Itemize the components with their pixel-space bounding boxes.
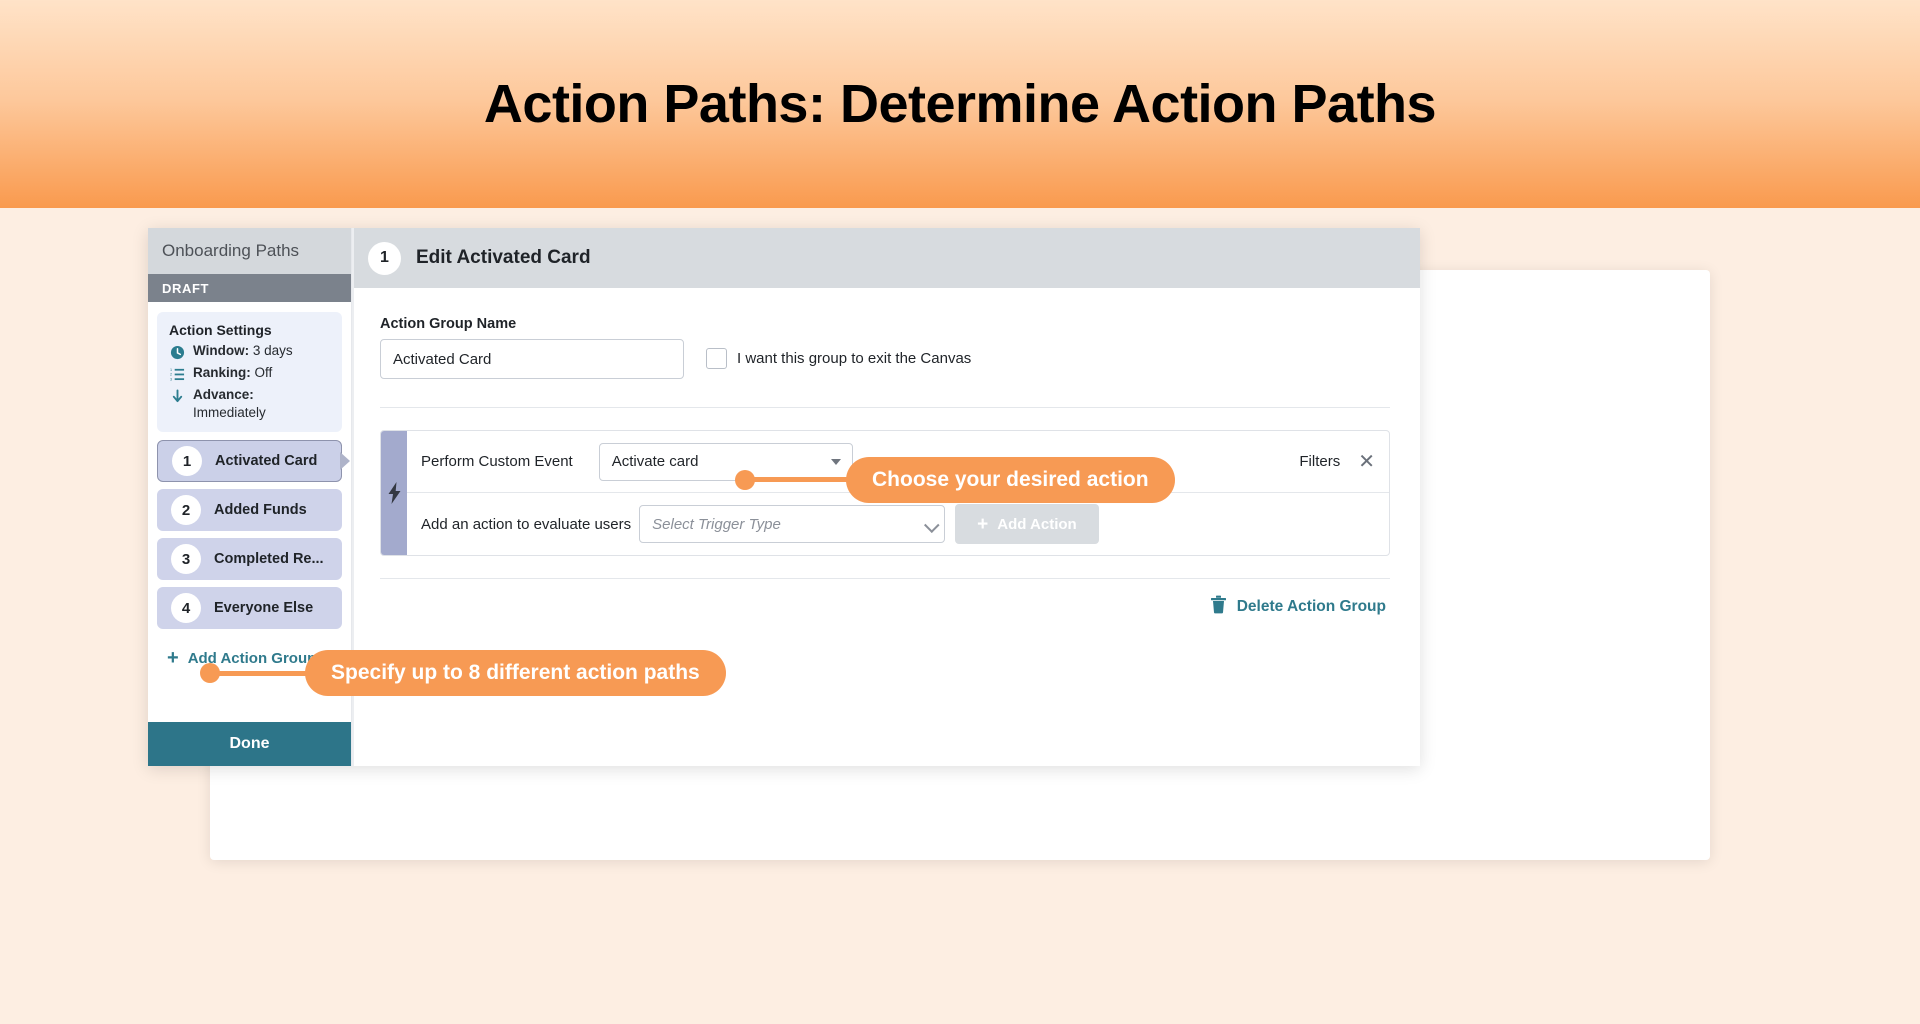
setting-row-window: Window: 3 days bbox=[169, 343, 330, 360]
callout-anchor-dot-specify-paths bbox=[200, 663, 220, 683]
trash-icon bbox=[1210, 595, 1227, 619]
group-label-4: Everyone Else bbox=[214, 600, 314, 616]
group-name-label: Action Group Name bbox=[380, 316, 517, 332]
setting-ranking-value: Off bbox=[254, 365, 273, 380]
action-settings-card: Action Settings Window: 3 days 1 2 3 Ran… bbox=[157, 312, 342, 432]
action-group-name-input[interactable] bbox=[380, 339, 684, 379]
add-action-button[interactable]: + Add Action bbox=[955, 504, 1099, 544]
callout-connector-specify-paths bbox=[208, 671, 318, 676]
content-header-number: 1 bbox=[368, 241, 401, 275]
group-number-2: 2 bbox=[171, 495, 201, 525]
add-action-label: Add Action bbox=[997, 515, 1077, 533]
delete-action-group-label: Delete Action Group bbox=[1236, 598, 1386, 615]
svg-text:3: 3 bbox=[170, 377, 172, 381]
action-group-list: 1 Activated Card 2 Added Funds 3 Complet… bbox=[157, 440, 350, 629]
svg-text:1: 1 bbox=[170, 367, 172, 371]
group-number-3: 3 bbox=[171, 544, 201, 574]
page-banner: Action Paths: Determine Action Paths bbox=[0, 0, 1920, 208]
callout-specify-paths: Specify up to 8 different action paths bbox=[305, 650, 726, 696]
close-icon[interactable]: ✕ bbox=[1358, 452, 1375, 472]
exit-canvas-checkbox[interactable] bbox=[706, 348, 727, 369]
sidebar-group-everyone-else[interactable]: 4 Everyone Else bbox=[157, 587, 342, 629]
setting-window-label: Window: bbox=[193, 343, 250, 358]
exit-canvas-label: I want this group to exit the Canvas bbox=[737, 350, 972, 367]
trigger-type-select[interactable]: Select Trigger Type bbox=[639, 505, 946, 543]
setting-advance-text: Advance: bbox=[193, 387, 254, 402]
filters-label[interactable]: Filters bbox=[1299, 453, 1340, 470]
action-card-right-controls: Filters ✕ bbox=[1299, 452, 1375, 472]
ranking-list-icon: 1 2 3 bbox=[169, 366, 185, 382]
svg-text:2: 2 bbox=[170, 372, 172, 376]
group-label-2: Added Funds bbox=[214, 502, 307, 518]
page-title: Action Paths: Determine Action Paths bbox=[483, 74, 1437, 134]
caret-down-icon bbox=[830, 458, 841, 465]
sidebar-group-added-funds[interactable]: 2 Added Funds bbox=[157, 489, 342, 531]
sidebar-title: Onboarding Paths bbox=[148, 228, 351, 274]
clock-icon bbox=[169, 344, 185, 360]
setting-row-ranking: 1 2 3 Ranking: Off bbox=[169, 365, 330, 382]
plus-icon: + bbox=[167, 647, 179, 669]
content-header-title: Edit Activated Card bbox=[416, 247, 591, 268]
chevron-down-icon bbox=[924, 517, 940, 534]
custom-event-select-value: Activate card bbox=[611, 453, 699, 470]
callout-choose-action: Choose your desired action bbox=[846, 457, 1175, 503]
delete-row: Delete Action Group bbox=[380, 579, 1390, 619]
lightning-bolt-icon bbox=[381, 431, 407, 555]
callout-connector-choose-action bbox=[740, 477, 860, 482]
setting-ranking-text: Ranking: Off bbox=[193, 365, 272, 380]
trigger-type-placeholder: Select Trigger Type bbox=[652, 515, 781, 533]
sidebar-group-completed-re[interactable]: 3 Completed Re... bbox=[157, 538, 342, 580]
selected-arrow-icon bbox=[340, 452, 350, 470]
down-arrow-icon bbox=[169, 388, 185, 404]
group-label-3: Completed Re... bbox=[214, 551, 324, 567]
setting-advance-value: Immediately bbox=[193, 405, 266, 420]
delete-action-group-button[interactable]: Delete Action Group bbox=[1210, 595, 1386, 619]
evaluate-users-label: Add an action to evaluate users bbox=[421, 515, 632, 533]
callout-anchor-dot-choose-action bbox=[735, 470, 755, 490]
divider-top bbox=[380, 407, 1390, 408]
setting-window-text: Window: 3 days bbox=[193, 343, 293, 358]
setting-window-value: 3 days bbox=[252, 343, 293, 358]
status-badge-draft: DRAFT bbox=[148, 274, 351, 302]
sidebar-group-activated-card[interactable]: 1 Activated Card bbox=[157, 440, 350, 482]
content-header: 1 Edit Activated Card bbox=[354, 228, 1420, 288]
custom-event-select[interactable]: Activate card bbox=[598, 442, 853, 481]
done-button[interactable]: Done bbox=[148, 722, 351, 766]
action-settings-heading: Action Settings bbox=[169, 322, 272, 338]
setting-row-advance: Advance: bbox=[169, 387, 330, 404]
screenshot-stage: 4 Everyone Else Onboarding Paths DRAFT A… bbox=[0, 208, 1920, 1024]
group-name-field-wrap: Action Group Name bbox=[380, 316, 684, 379]
group-name-row: Action Group Name I want this group to e… bbox=[380, 316, 1390, 379]
perform-custom-event-label: Perform Custom Event bbox=[421, 453, 573, 470]
plus-icon: + bbox=[977, 513, 989, 535]
exit-canvas-checkbox-row[interactable]: I want this group to exit the Canvas bbox=[706, 348, 971, 369]
setting-ranking-label: Ranking: bbox=[193, 365, 251, 380]
group-label-1: Activated Card bbox=[215, 453, 318, 469]
group-number-1: 1 bbox=[172, 446, 202, 476]
group-number-4: 4 bbox=[171, 593, 201, 623]
setting-advance-label: Advance: bbox=[193, 387, 254, 402]
